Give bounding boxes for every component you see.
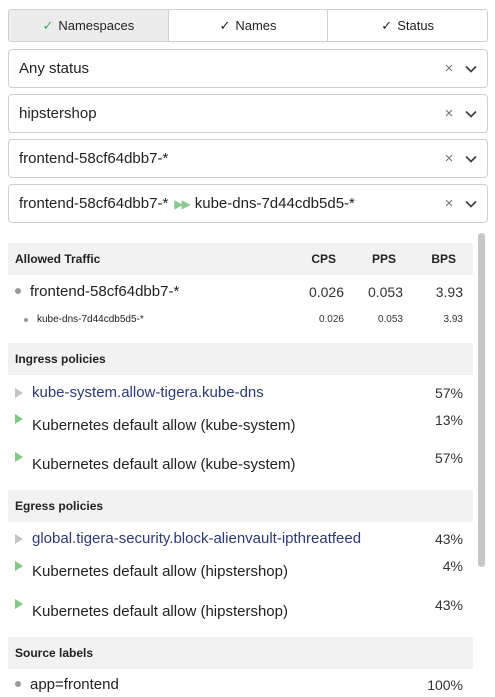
ingress-policies-header: Ingress policies <box>8 343 473 375</box>
egress-policy-item[interactable]: Kubernetes default allow (hipstershop) 4… <box>8 556 473 594</box>
ingress-policy-item[interactable]: Kubernetes default allow (kube-system) 1… <box>8 409 473 447</box>
bps-column-header: BPS <box>431 252 456 266</box>
tab-label: Names <box>235 18 277 33</box>
status-select-value: Any status <box>19 60 90 77</box>
allowed-traffic-header: Allowed Traffic CPS PPS BPS <box>8 243 473 275</box>
policy-percent: 57% <box>434 385 463 401</box>
name-select[interactable]: frontend-58cf64dbb7-* × <box>8 139 488 178</box>
chevron-down-icon[interactable] <box>461 155 481 163</box>
tab-namespaces[interactable]: ✓ Namespaces <box>9 10 169 41</box>
bullet-icon <box>24 318 28 322</box>
ingress-policies-title: Ingress policies <box>15 352 106 366</box>
policy-name: Kubernetes default allow (kube-system) <box>32 456 296 473</box>
flow-select[interactable]: frontend-58cf64dbb7-* ▶▶ kube-dns-7d44cd… <box>8 184 488 223</box>
scrollbar-thumb[interactable] <box>478 233 485 567</box>
policy-name: Kubernetes default allow (hipstershop) <box>32 563 288 580</box>
egress-policy-item[interactable]: global.tigera-security.block-alienvault-… <box>8 522 473 556</box>
flow-destination: kube-dns-7d44cdb5d5-* <box>194 195 355 212</box>
cps-column-header: CPS <box>311 252 336 266</box>
expand-triangle-icon[interactable] <box>15 561 23 571</box>
policy-name: Kubernetes default allow (kube-system) <box>32 417 296 434</box>
clear-icon[interactable]: × <box>441 60 457 77</box>
clear-icon[interactable]: × <box>441 105 457 122</box>
traffic-row-bps: 3.93 <box>443 314 463 325</box>
egress-policy-item[interactable]: Kubernetes default allow (hipstershop) 4… <box>8 594 473 637</box>
source-label-percent: 100% <box>427 677 463 693</box>
status-select[interactable]: Any status × <box>8 49 488 88</box>
ingress-policy-item[interactable]: kube-system.allow-tigera.kube-dns 57% <box>8 375 473 409</box>
source-label-item[interactable]: app=frontend 100% <box>8 669 473 697</box>
bullet-icon <box>15 288 21 294</box>
source-labels-title: Source labels <box>15 646 94 660</box>
namespace-select[interactable]: hipstershop × <box>8 94 488 133</box>
tab-label: Status <box>397 18 435 33</box>
traffic-row-name: kube-dns-7d44cdb5d5-* <box>37 314 144 325</box>
check-icon: ✓ <box>42 17 54 33</box>
policy-percent: 57% <box>434 450 463 466</box>
details-panel[interactable]: Allowed Traffic CPS PPS BPS frontend-58c… <box>8 231 488 697</box>
egress-policies-header: Egress policies <box>8 490 473 522</box>
expand-triangle-icon[interactable] <box>15 452 23 462</box>
source-labels-header: Source labels <box>8 637 473 669</box>
traffic-row-bps: 3.93 <box>435 284 463 300</box>
tab-status[interactable]: ✓ Status <box>328 10 487 41</box>
view-tabs: ✓ Namespaces ✓ Names ✓ Status <box>8 9 488 42</box>
check-icon: ✓ <box>381 17 393 33</box>
name-select-value: frontend-58cf64dbb7-* <box>19 150 169 167</box>
policy-percent: 4% <box>442 558 463 574</box>
tab-label: Namespaces <box>58 18 135 33</box>
flow-select-value: frontend-58cf64dbb7-* ▶▶ kube-dns-7d44cd… <box>19 195 441 212</box>
traffic-row-pps: 0.053 <box>377 314 403 325</box>
traffic-row-name: frontend-58cf64dbb7-* <box>30 283 180 300</box>
egress-policies-title: Egress policies <box>15 499 104 513</box>
source-label-name: app=frontend <box>30 676 119 693</box>
policy-percent: 13% <box>434 412 463 428</box>
traffic-row-cps: 0.026 <box>318 314 344 325</box>
traffic-row[interactable]: kube-dns-7d44cdb5d5-* 0.026 0.053 3.93 <box>8 307 473 343</box>
expand-triangle-icon[interactable] <box>15 414 23 424</box>
policy-name[interactable]: kube-system.allow-tigera.kube-dns <box>32 384 264 401</box>
allowed-traffic-title: Allowed Traffic <box>15 252 101 266</box>
clear-icon[interactable]: × <box>441 195 457 212</box>
expand-triangle-icon[interactable] <box>15 599 23 609</box>
traffic-row-pps: 0.053 <box>367 284 403 300</box>
double-arrow-icon: ▶▶ <box>174 196 191 211</box>
chevron-down-icon[interactable] <box>461 65 481 73</box>
tab-names[interactable]: ✓ Names <box>168 10 329 41</box>
ingress-policy-item[interactable]: Kubernetes default allow (kube-system) 5… <box>8 447 473 490</box>
clear-icon[interactable]: × <box>441 150 457 167</box>
chevron-down-icon[interactable] <box>461 110 481 118</box>
policy-percent: 43% <box>434 597 463 613</box>
collapsed-triangle-icon[interactable] <box>15 388 23 398</box>
policy-name[interactable]: global.tigera-security.block-alienvault-… <box>32 530 361 547</box>
traffic-row[interactable]: frontend-58cf64dbb7-* 0.026 0.053 3.93 <box>8 275 473 307</box>
policy-percent: 43% <box>434 531 463 547</box>
vertical-scrollbar[interactable] <box>477 231 486 697</box>
chevron-down-icon[interactable] <box>461 200 481 208</box>
bullet-icon <box>15 681 21 687</box>
check-icon: ✓ <box>219 17 231 33</box>
policy-name: Kubernetes default allow (hipstershop) <box>32 603 288 620</box>
collapsed-triangle-icon[interactable] <box>15 534 23 544</box>
pps-column-header: PPS <box>371 252 396 266</box>
namespace-select-value: hipstershop <box>19 105 97 122</box>
traffic-row-cps: 0.026 <box>308 284 344 300</box>
details-content: Allowed Traffic CPS PPS BPS frontend-58c… <box>8 231 473 697</box>
flow-source: frontend-58cf64dbb7-* <box>19 195 169 212</box>
